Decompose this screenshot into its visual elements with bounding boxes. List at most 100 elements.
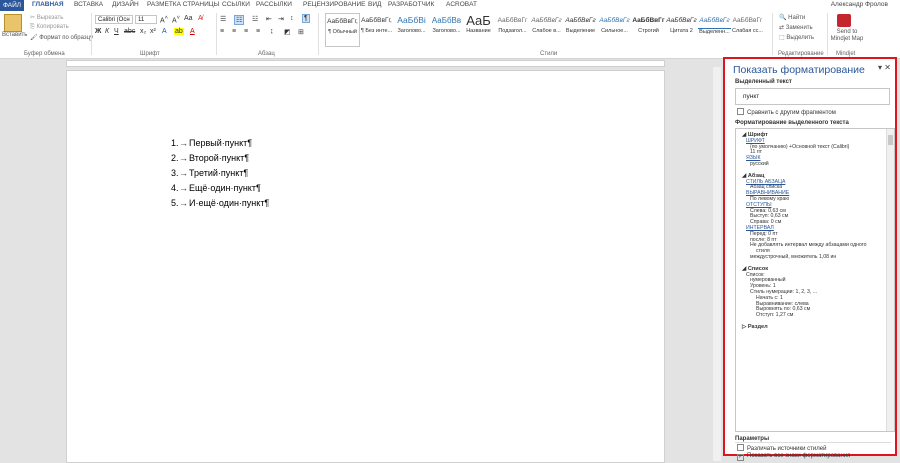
tab-layout[interactable]: РАЗМЕТКА СТРАНИЦЫ <box>147 1 219 8</box>
underline-icon[interactable]: Ч <box>114 28 119 35</box>
align-left-icon[interactable]: ≡ <box>220 28 224 35</box>
style-subtle-emphasis[interactable]: АаБбВвГг Слабое в... <box>530 13 563 45</box>
tab-insert[interactable]: ВСТАВКА <box>74 1 103 8</box>
show-marks-icon[interactable]: ¶ <box>302 14 310 23</box>
clear-formatting-icon[interactable]: A̸ <box>198 15 203 22</box>
increase-indent-icon[interactable]: ⇥ <box>278 15 284 23</box>
highlight-icon[interactable]: ab <box>174 28 184 35</box>
document-scrollbar[interactable] <box>713 67 721 461</box>
format-painter-button[interactable]: 🖌 Формат по образцу <box>30 34 93 41</box>
tab-mark: → <box>179 153 188 163</box>
horizontal-ruler[interactable] <box>0 59 726 67</box>
borders-icon[interactable]: ⊞ <box>298 28 304 36</box>
checkbox-icon <box>737 444 744 451</box>
details-scrollbar[interactable] <box>886 129 894 431</box>
sort-icon[interactable]: ↕ <box>290 15 294 22</box>
font-name-combo[interactable]: Calibri (Осн <box>95 15 133 24</box>
multilevel-list-icon[interactable]: ☳ <box>252 15 258 23</box>
list-item[interactable]: 3.→Третий·пункт¶ <box>171 168 248 178</box>
style-intense-emphasis[interactable]: АаБбВвГг Сильное... <box>598 13 631 45</box>
paste-button[interactable]: Вставить <box>2 32 27 38</box>
list-number: 2. <box>171 153 179 163</box>
line-spacing-icon[interactable]: ↨ <box>270 28 274 35</box>
align-center-icon[interactable]: ≡ <box>232 28 236 35</box>
style-title[interactable]: АаБ Название <box>462 13 495 45</box>
style-heading2[interactable]: АаБбВв Заголово... <box>430 13 463 45</box>
pane-controls: ▾ ✕ <box>878 63 891 72</box>
property-value: (по умолчанию) +Основной текст (Calibri) <box>750 143 850 150</box>
divider <box>735 442 891 443</box>
compare-checkbox[interactable]: Сравнить с другим фрагментом <box>737 108 836 116</box>
decrease-indent-icon[interactable]: ⇤ <box>266 15 272 23</box>
show-all-marks-checkbox[interactable]: ✓ Показать все знаки форматирования <box>737 453 850 461</box>
tab-view[interactable]: ВИД <box>368 1 381 8</box>
option-label: Различать источники стилей <box>747 446 827 452</box>
tab-file[interactable]: ФАЙЛ <box>0 0 24 11</box>
grow-font-icon[interactable]: A˄ <box>160 15 168 24</box>
list-item[interactable]: 5.→И·ещё·один·пункт¶ <box>171 198 269 208</box>
section-header[interactable]: ▷ Раздел <box>742 324 768 330</box>
tab-home[interactable]: ГЛАВНАЯ <box>32 1 64 8</box>
style-preview: АаБбВвГг <box>531 17 562 24</box>
justify-icon[interactable]: ≡ <box>256 28 260 35</box>
strikethrough-icon[interactable]: abc <box>124 28 135 35</box>
close-icon[interactable]: ✕ <box>884 63 891 72</box>
checkbox-checked-icon: ✓ <box>737 454 744 461</box>
distinguish-styles-checkbox[interactable]: Различать источники стилей <box>737 444 826 452</box>
list-item[interactable]: 1.→Первый·пункт¶ <box>171 138 252 148</box>
selected-text-box[interactable]: пункт <box>735 88 890 105</box>
style-name: ¶ Обычный <box>328 29 357 35</box>
scroll-thumb[interactable] <box>888 135 893 145</box>
checkbox-icon <box>737 108 744 115</box>
pane-options-icon[interactable]: ▾ <box>878 63 882 72</box>
tab-acrobat[interactable]: ACROBAT <box>446 1 477 8</box>
style-strong[interactable]: АаБбВвГг Строгий <box>632 13 665 45</box>
style-no-spacing[interactable]: АаБбВвГг, ¶ Без инте... <box>360 13 393 45</box>
send-to-mindjet-button[interactable]: Send to Mindjet Map <box>830 29 864 43</box>
style-subtle-reference[interactable]: АаБбВвГг Слабая сс... <box>731 13 764 45</box>
style-normal[interactable]: АаБбВвГг, ¶ Обычный <box>325 13 360 47</box>
tab-references[interactable]: ССЫЛКИ <box>222 1 250 8</box>
select-button[interactable]: ⬚ Выделить <box>779 34 814 41</box>
find-button[interactable]: 🔍 Найти <box>779 14 805 21</box>
document-page[interactable]: 1.→Первый·пункт¶ 2.→Второй·пункт¶ 3.→Тре… <box>66 70 665 463</box>
numbering-icon[interactable]: ☷ <box>234 15 245 25</box>
font-color-icon[interactable]: A <box>190 28 195 35</box>
style-subtitle[interactable]: АаБбВвГг Подзагол... <box>496 13 529 45</box>
user-name[interactable]: Александр Фролов <box>831 1 888 8</box>
replace-icon: ⇄ <box>779 25 785 31</box>
copy-button[interactable]: ⎘ Копировать <box>30 24 69 31</box>
style-heading1[interactable]: АаБбВі Заголово... <box>395 13 428 45</box>
superscript-icon[interactable]: x² <box>150 28 156 35</box>
list-number: 4. <box>171 183 179 193</box>
tab-review[interactable]: РЕЦЕНЗИРОВАНИЕ <box>303 1 366 8</box>
style-emphasis[interactable]: АаБбВвГг Выделение <box>564 13 597 45</box>
formatting-details-box[interactable]: ◢ Шрифт ШРИФТ (по умолчанию) +Основной тек… <box>735 128 895 432</box>
change-case-icon[interactable]: Aa <box>184 15 193 22</box>
tab-mark: → <box>179 183 188 193</box>
mindjet-icon[interactable] <box>837 14 851 27</box>
list-item[interactable]: 4.→Ещё·один·пункт¶ <box>171 183 261 193</box>
cut-button[interactable]: ✂ Вырезать <box>30 14 63 21</box>
shading-icon[interactable]: ◩ <box>284 28 291 36</box>
style-intense-quote[interactable]: АаБбВвГг Выделенн... <box>698 13 731 45</box>
subscript-icon[interactable]: x₂ <box>140 28 146 35</box>
shrink-font-icon[interactable]: A˅ <box>172 15 180 24</box>
replace-button[interactable]: ⇄ Заменить <box>779 24 813 31</box>
text-effects-icon[interactable]: A <box>162 28 167 35</box>
tab-mailings[interactable]: РАССЫЛКИ <box>256 1 292 8</box>
bullets-icon[interactable]: ☰ <box>220 15 226 23</box>
style-preview: АаБбВвГг <box>497 17 528 24</box>
list-number: 5. <box>171 198 179 208</box>
align-right-icon[interactable]: ≡ <box>244 28 248 35</box>
list-item[interactable]: 2.→Второй·пункт¶ <box>171 153 249 163</box>
paste-icon[interactable] <box>4 14 22 32</box>
italic-icon[interactable]: К <box>105 28 109 35</box>
style-quote2[interactable]: АаБбВвГг Цитата 2 <box>665 13 698 45</box>
bold-icon[interactable]: Ж <box>95 28 101 35</box>
group-styles-label: Стили <box>540 51 558 57</box>
font-size-combo[interactable]: 11 <box>135 15 157 24</box>
tab-developer[interactable]: РАЗРАБОТЧИК <box>388 1 434 8</box>
list-text: И·ещё·один·пункт¶ <box>189 198 270 208</box>
tab-design[interactable]: ДИЗАЙН <box>112 1 139 8</box>
